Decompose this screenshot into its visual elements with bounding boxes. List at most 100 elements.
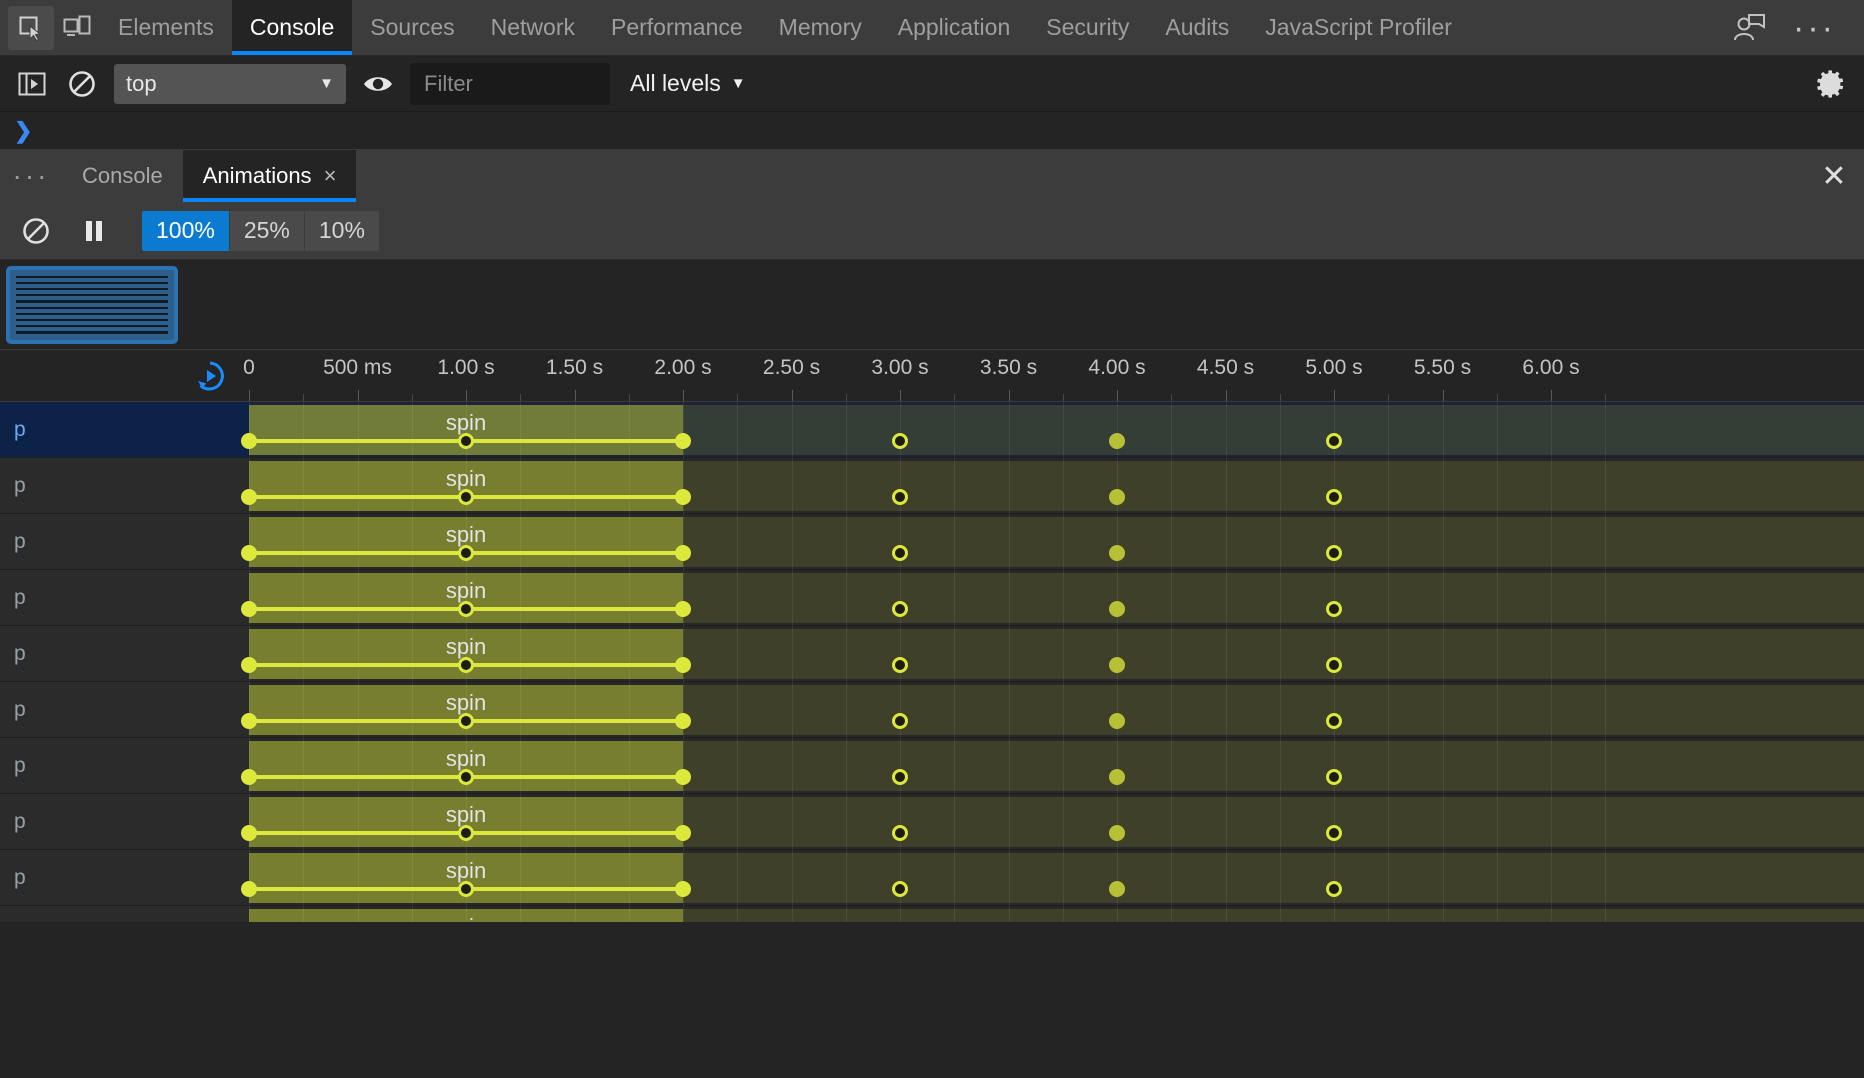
animation-row[interactable]: pspin	[0, 682, 1864, 738]
animation-iteration-marker[interactable]	[892, 601, 908, 617]
animation-row-node-label[interactable]: p	[0, 626, 249, 682]
animation-row-track[interactable]: spin	[241, 514, 1864, 570]
pause-all-animations-icon[interactable]	[76, 213, 112, 249]
animation-iteration-marker[interactable]	[1109, 657, 1125, 673]
animation-keyframe-marker[interactable]	[458, 657, 474, 673]
animation-row-track[interactable]: spin	[241, 850, 1864, 906]
animation-keyframe-marker[interactable]	[675, 545, 691, 561]
animation-iteration-marker[interactable]	[892, 489, 908, 505]
animation-keyframe-marker[interactable]	[458, 601, 474, 617]
animation-row-track[interactable]: spin	[241, 626, 1864, 682]
animation-keyframe-marker[interactable]	[675, 769, 691, 785]
animation-keyframe-marker[interactable]	[675, 489, 691, 505]
tab-network[interactable]: Network	[473, 0, 593, 55]
animation-keyframe-marker[interactable]	[458, 545, 474, 561]
animation-row-node-label[interactable]: p	[0, 514, 249, 570]
animation-keyframe-marker[interactable]	[675, 713, 691, 729]
tab-performance[interactable]: Performance	[593, 0, 761, 55]
animation-iteration-marker[interactable]	[1109, 601, 1125, 617]
playback-rate-10[interactable]: 10%	[304, 210, 379, 251]
animation-iteration-marker[interactable]	[1326, 713, 1342, 729]
animation-row-node-label[interactable]: p	[0, 458, 249, 514]
animation-keyframe-marker[interactable]	[675, 881, 691, 897]
animation-row-node-label[interactable]: p	[0, 682, 249, 738]
animation-iteration-marker[interactable]	[1109, 881, 1125, 897]
animation-row-node-label[interactable]: p	[0, 738, 249, 794]
animation-keyframe-marker[interactable]	[241, 433, 257, 449]
animation-row[interactable]: pspin	[0, 514, 1864, 570]
live-expression-eye-icon[interactable]	[360, 66, 396, 102]
animation-row-node-label[interactable]: p	[0, 906, 249, 922]
clear-console-icon[interactable]	[64, 66, 100, 102]
animation-keyframe-marker[interactable]	[458, 433, 474, 449]
console-prompt-row[interactable]: ❯	[0, 112, 1864, 150]
animation-iteration-marker[interactable]	[892, 713, 908, 729]
animation-row-track[interactable]: spin	[241, 402, 1864, 458]
animation-keyframe-marker[interactable]	[241, 713, 257, 729]
animation-iteration-marker[interactable]	[1326, 881, 1342, 897]
animation-keyframe-marker[interactable]	[675, 601, 691, 617]
animation-group-preview[interactable]	[6, 265, 178, 344]
close-drawer-icon[interactable]: ✕	[1804, 150, 1864, 202]
animation-iteration-marker[interactable]	[892, 657, 908, 673]
replay-animation-icon[interactable]	[192, 358, 228, 394]
animation-iteration-marker[interactable]	[1326, 489, 1342, 505]
animation-iteration-marker[interactable]	[892, 825, 908, 841]
drawer-tab-console[interactable]: Console	[62, 150, 183, 202]
animation-bar[interactable]	[249, 909, 683, 922]
animation-row[interactable]: pspin	[0, 794, 1864, 850]
animation-keyframe-marker[interactable]	[458, 769, 474, 785]
tab-javascript-profiler[interactable]: JavaScript Profiler	[1247, 0, 1470, 55]
playback-rate-25[interactable]: 25%	[229, 210, 305, 251]
animation-row[interactable]: pspin	[0, 850, 1864, 906]
animation-keyframe-marker[interactable]	[675, 433, 691, 449]
animation-iteration-marker[interactable]	[1326, 601, 1342, 617]
animation-row-track[interactable]: spin	[241, 458, 1864, 514]
tab-application[interactable]: Application	[880, 0, 1029, 55]
device-toolbar-icon[interactable]	[54, 0, 100, 55]
animation-iteration-marker[interactable]	[1326, 825, 1342, 841]
animation-keyframe-marker[interactable]	[241, 881, 257, 897]
animation-keyframe-marker[interactable]	[675, 657, 691, 673]
animation-iteration-marker[interactable]	[1109, 545, 1125, 561]
console-filter-input[interactable]: Filter	[410, 62, 610, 105]
tab-memory[interactable]: Memory	[761, 0, 880, 55]
playback-rate-100[interactable]: 100%	[142, 210, 230, 251]
animation-row-track[interactable]: spin	[241, 570, 1864, 626]
animation-keyframe-marker[interactable]	[241, 601, 257, 617]
animation-row-track[interactable]: spin	[241, 738, 1864, 794]
animation-iteration-marker[interactable]	[1109, 489, 1125, 505]
animation-iteration-marker[interactable]	[1326, 769, 1342, 785]
animation-row-node-label[interactable]: p	[0, 570, 249, 626]
animation-iteration-marker[interactable]	[892, 881, 908, 897]
animation-iteration-marker[interactable]	[1326, 545, 1342, 561]
close-tab-icon[interactable]: ×	[324, 163, 337, 189]
inspect-element-icon[interactable]	[8, 5, 54, 50]
console-settings-gear-icon[interactable]	[1814, 66, 1850, 102]
show-console-sidebar-icon[interactable]	[14, 66, 50, 102]
animation-keyframe-marker[interactable]	[458, 825, 474, 841]
log-levels-select[interactable]: All levels ▼	[624, 70, 752, 97]
animation-iteration-marker[interactable]	[1109, 769, 1125, 785]
animation-iteration-marker[interactable]	[892, 769, 908, 785]
tab-sources[interactable]: Sources	[352, 0, 472, 55]
feedback-person-icon[interactable]	[1727, 13, 1773, 43]
animation-row[interactable]: pspin	[0, 458, 1864, 514]
tab-security[interactable]: Security	[1028, 0, 1147, 55]
drawer-tab-animations[interactable]: Animations ×	[182, 150, 357, 202]
clear-animations-icon[interactable]	[18, 213, 54, 249]
animation-row-node-label[interactable]: p	[0, 402, 249, 458]
animation-iteration-marker[interactable]	[1326, 657, 1342, 673]
animation-row-track[interactable]: spin	[249, 906, 1864, 922]
animation-keyframe-marker[interactable]	[241, 545, 257, 561]
animation-iteration-marker[interactable]	[892, 545, 908, 561]
animation-row-track[interactable]: spin	[241, 794, 1864, 850]
animation-row[interactable]: pspin	[0, 570, 1864, 626]
animation-iteration-marker[interactable]	[892, 433, 908, 449]
animation-keyframe-marker[interactable]	[675, 825, 691, 841]
animation-iteration-marker[interactable]	[1109, 825, 1125, 841]
more-tabs-icon[interactable]: ···	[0, 150, 62, 202]
animation-keyframe-marker[interactable]	[241, 657, 257, 673]
animation-iteration-marker[interactable]	[1109, 433, 1125, 449]
animation-iteration-marker[interactable]	[1326, 433, 1342, 449]
